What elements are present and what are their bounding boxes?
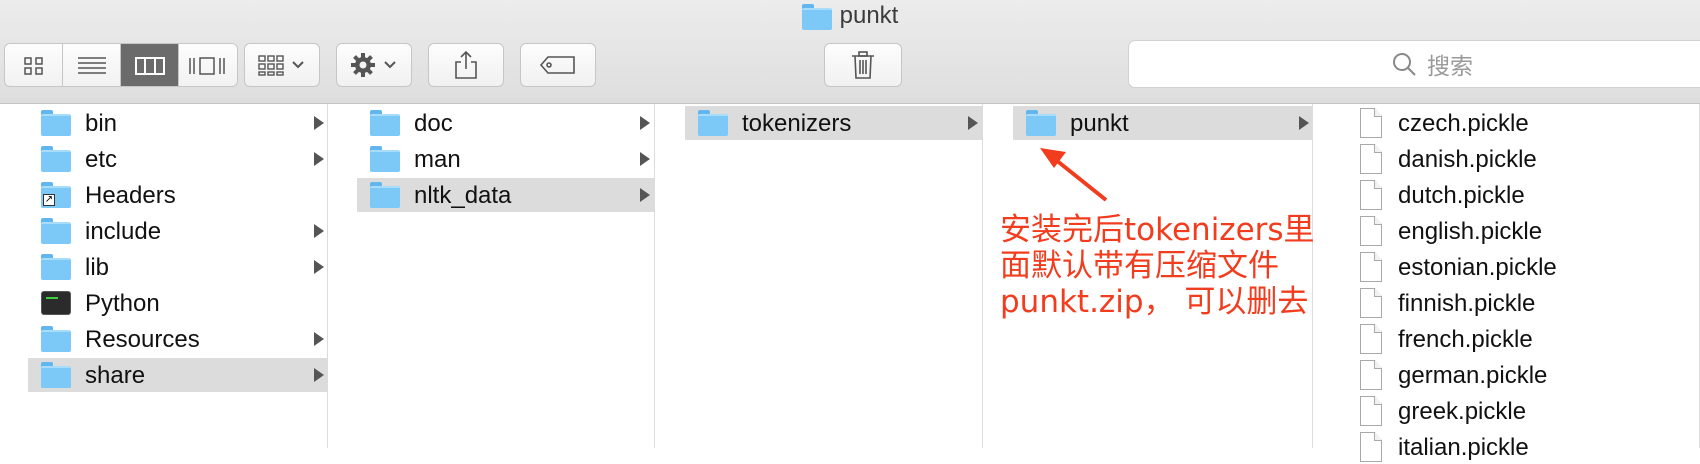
- annotation-arrow: [1040, 148, 1108, 202]
